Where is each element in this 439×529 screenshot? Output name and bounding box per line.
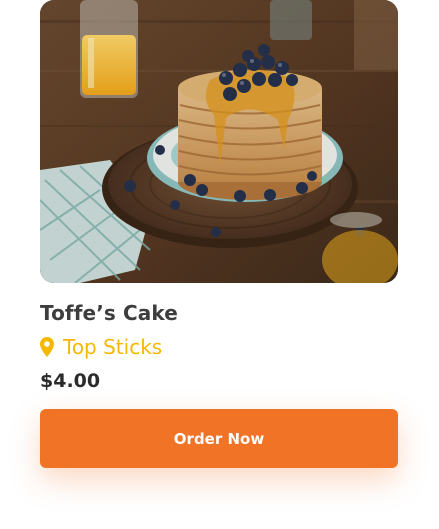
product-location: Top Sticks bbox=[40, 333, 162, 361]
product-title: Toffe’s Cake bbox=[40, 301, 178, 325]
product-price: $4.00 bbox=[40, 370, 101, 392]
location-label: Top Sticks bbox=[63, 335, 163, 359]
product-card: Toffe’s Cake Top Sticks $4.00 Order Now bbox=[0, 0, 439, 529]
product-image bbox=[40, 0, 398, 283]
map-pin-icon bbox=[40, 337, 54, 357]
order-now-button[interactable]: Order Now bbox=[40, 409, 398, 468]
